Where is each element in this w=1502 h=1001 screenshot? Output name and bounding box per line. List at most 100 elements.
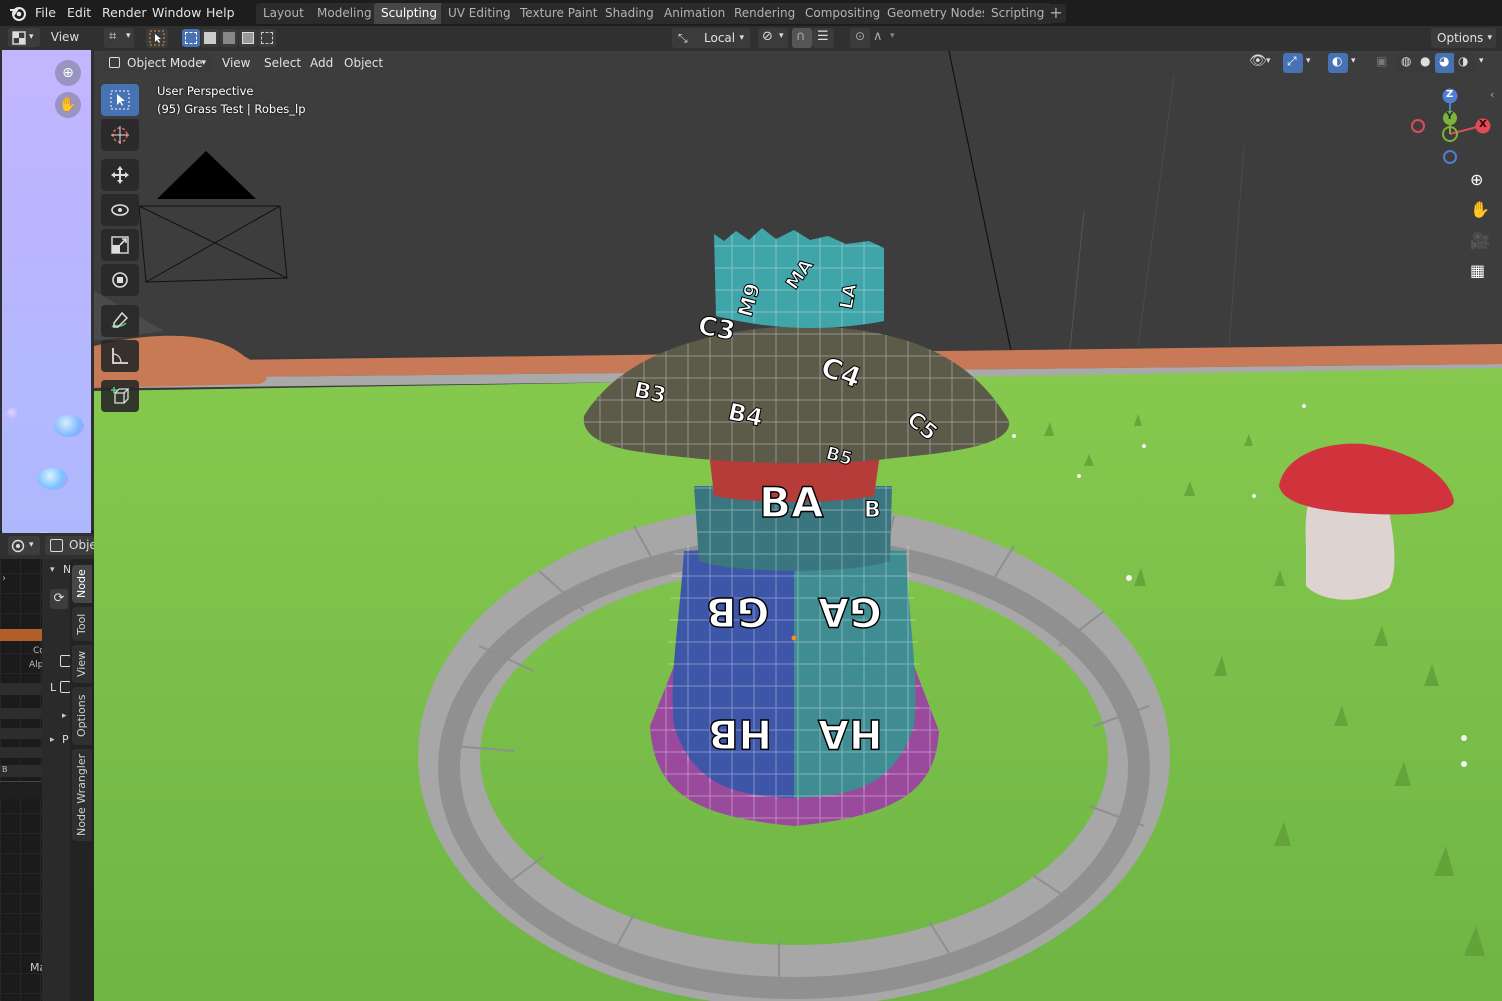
editor-type-dropdown[interactable]: ▾ — [8, 28, 40, 47]
expand-arrow-icon[interactable]: ▸ — [50, 735, 55, 745]
tab-node[interactable]: Node — [72, 565, 92, 603]
expand-arrow-icon[interactable]: ▸ — [62, 711, 67, 721]
3d-viewport[interactable]: M9 MA LA C3 C4 B3 B4 C5 B5 BA B GB GA HB… — [94, 26, 1502, 1001]
menu-file[interactable]: File — [31, 3, 60, 23]
uv-label: HA — [817, 709, 883, 756]
falloff-dropdown[interactable]: ∧ ▾ — [870, 28, 900, 48]
tweak-tool-button[interactable] — [146, 28, 168, 48]
normal-map-blob — [38, 468, 68, 490]
menu-edit[interactable]: Edit — [63, 3, 95, 23]
chevron-down-icon: ▾ — [1479, 56, 1484, 66]
tab-modeling[interactable]: Modeling — [310, 3, 379, 24]
gizmo-dropdown[interactable]: ▾ — [1303, 53, 1319, 73]
mode-dropdown[interactable]: Object Mode ▾ — [103, 53, 211, 73]
tab-animation[interactable]: Animation — [657, 3, 733, 24]
select-box-tool[interactable] — [101, 84, 139, 116]
z-axis-label[interactable]: Z — [1446, 89, 1453, 100]
shading-dropdown[interactable]: ▾ — [1476, 53, 1492, 73]
menu-window[interactable]: Window — [148, 3, 205, 23]
tab-shading[interactable]: Shading — [598, 3, 661, 24]
tab-options[interactable]: Options — [72, 687, 92, 745]
node-editor-panel[interactable]: ▾ Obje › Co Alp B Ma ▾ N ⟳ L ▸ ▸ P Node … — [0, 533, 94, 1001]
cursor-select-icon — [149, 30, 165, 46]
collapse-arrow-icon[interactable]: ▾ — [50, 565, 55, 575]
tab-layout[interactable]: Layout — [256, 3, 311, 24]
viewport-menu-add[interactable]: Add — [304, 53, 339, 73]
proportional-editing-icon: ⊙ — [855, 29, 866, 43]
gizmo-toggle[interactable]: ⤢ — [1283, 53, 1303, 73]
tab-texture-paint[interactable]: Texture Paint — [513, 3, 605, 24]
image-editor-icon — [12, 31, 26, 45]
snap-toggle[interactable]: ∩ — [792, 28, 812, 48]
viewport-menu-object[interactable]: Object — [338, 53, 389, 73]
node-sidebar: ▾ N ⟳ L ▸ ▸ P — [42, 559, 71, 1001]
hand-pan-icon[interactable]: ✋ — [55, 92, 81, 118]
uv-label: HB — [707, 709, 772, 756]
normal-map-blob — [6, 408, 20, 420]
transform-orientation-dropdown[interactable]: ⤡ Local ▾ — [672, 28, 750, 48]
node-editor-type-dropdown[interactable]: ▾ — [8, 536, 40, 555]
measure-tool[interactable] — [101, 340, 139, 372]
viewport-menu-view[interactable]: View — [216, 53, 256, 73]
overlays-toggle[interactable]: ◐ — [1328, 53, 1348, 73]
proportional-editing-toggle[interactable]: ⊙ — [850, 28, 870, 48]
tab-compositing[interactable]: Compositing — [798, 3, 888, 24]
rotate-tool[interactable] — [101, 194, 139, 226]
select-mode-subtract-button[interactable] — [220, 29, 238, 47]
shading-rendered[interactable]: ◑ — [1454, 53, 1474, 73]
image-view-menu[interactable]: View — [46, 28, 84, 47]
camera-view-button[interactable]: 🎥 — [1464, 228, 1492, 256]
y-axis-label[interactable]: Y — [1446, 111, 1453, 122]
visibility-dropdown[interactable]: 👁 ▾ — [1246, 53, 1274, 73]
node-row — [0, 728, 42, 739]
refresh-icon[interactable]: ⟳ — [50, 589, 68, 609]
scale-tool[interactable] — [101, 229, 139, 261]
tab-sculpting[interactable]: Sculpting — [374, 3, 445, 24]
select-mode-new-button[interactable] — [182, 29, 200, 47]
viewport-menu-select[interactable]: Select — [258, 53, 307, 73]
blender-logo-icon[interactable] — [9, 4, 27, 22]
image-canvas[interactable]: ⊕ ✋ — [2, 50, 91, 555]
move-tool[interactable] — [101, 159, 139, 191]
tab-uv-editing[interactable]: UV Editing — [441, 3, 518, 24]
chevron-down-icon: ▾ — [1487, 33, 1492, 43]
transform-tool[interactable] — [101, 264, 139, 296]
pan-view-button[interactable]: ✋ — [1464, 197, 1492, 225]
x-axis-label[interactable]: X — [1479, 119, 1487, 130]
select-mode-difference-button[interactable] — [239, 29, 257, 47]
tab-tool[interactable]: Tool — [72, 607, 92, 641]
overlays-dropdown[interactable]: ▾ — [1348, 53, 1364, 73]
uv-label: GB — [705, 587, 770, 634]
shading-wireframe[interactable]: ◍ — [1397, 53, 1417, 73]
select-mode-intersect-button[interactable] — [258, 29, 276, 47]
magnet-icon: ∩ — [796, 29, 806, 44]
shading-material-preview[interactable]: ◕ — [1435, 53, 1455, 73]
sidebar-toggle-arrow-icon[interactable]: ‹ — [1490, 88, 1494, 101]
object-data-dropdown[interactable]: Obje — [45, 536, 94, 555]
expand-arrow-icon[interactable]: › — [2, 573, 6, 584]
cursor-tool[interactable] — [101, 119, 139, 151]
xray-toggle[interactable]: ▣ — [1372, 53, 1392, 73]
pivot-point-dropdown[interactable]: ⊘ ▾ — [758, 28, 788, 48]
select-mode-extend-button[interactable] — [201, 29, 219, 47]
annotate-tool[interactable] — [101, 305, 139, 337]
tab-scripting[interactable]: Scripting — [984, 3, 1052, 24]
snap-target-dropdown[interactable]: ☰ — [812, 28, 834, 48]
tab-node-wrangler[interactable]: Node Wrangler — [72, 749, 92, 841]
tab-rendering[interactable]: Rendering — [727, 3, 803, 24]
options-dropdown[interactable]: Options ▾ — [1431, 28, 1496, 48]
add-workspace-button[interactable]: + — [1046, 4, 1066, 23]
add-cube-tool[interactable] — [101, 380, 139, 412]
overlays-icon: ◐ — [1332, 54, 1343, 68]
perspective-toggle-button[interactable]: ▦ — [1464, 258, 1492, 286]
zoom-view-button[interactable]: ⊕ — [1464, 167, 1492, 195]
transform-pivot-dropdown[interactable]: ⌗ ▾ — [104, 28, 134, 48]
pivot-icon: ⊘ — [762, 29, 773, 44]
shading-solid[interactable]: ● — [1416, 53, 1436, 73]
menu-help[interactable]: Help — [202, 3, 239, 23]
node-row — [0, 747, 42, 758]
tab-geometry-nodes[interactable]: Geometry Nodes — [880, 3, 996, 24]
zoom-icon[interactable]: ⊕ — [55, 60, 81, 86]
menu-render[interactable]: Render — [98, 3, 151, 23]
tab-view[interactable]: View — [72, 645, 92, 683]
